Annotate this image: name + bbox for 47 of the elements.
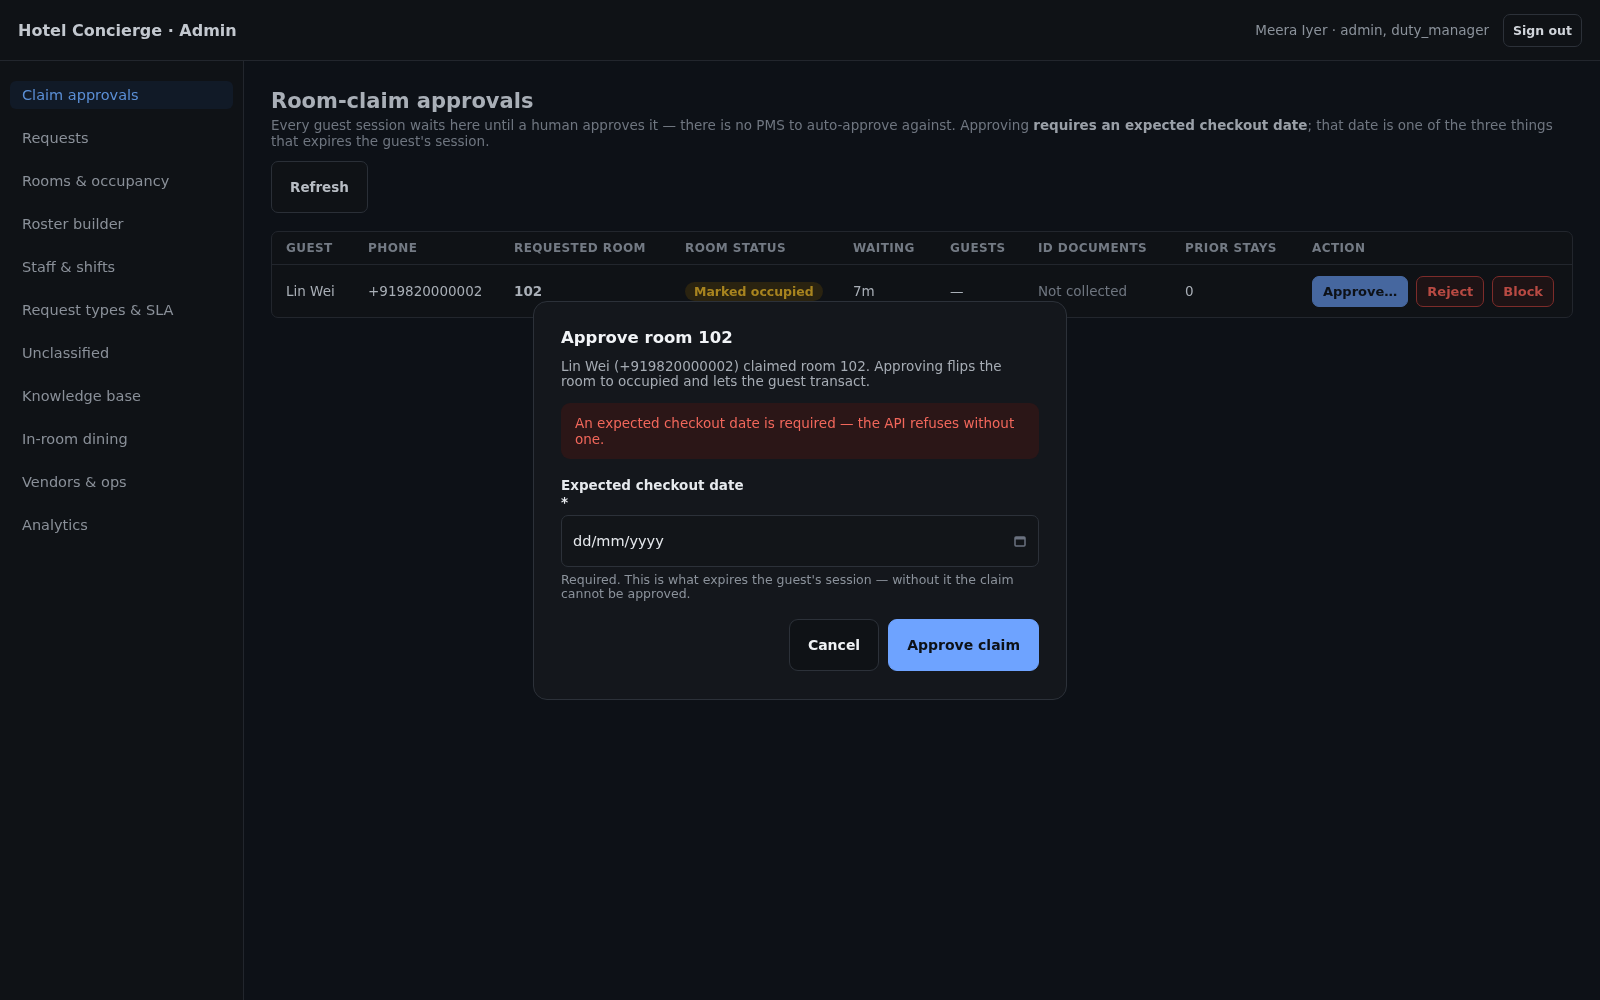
page-title: Room-claim approvals [271,89,535,113]
sidebar-item[interactable]: Vendors & ops [10,468,233,496]
field-label: Expected checkout date [561,476,744,494]
date-field[interactable]: dd/mm/yyyy [561,514,1039,567]
sidebar-item[interactable]: Analytics [10,511,233,539]
column-header: ACTION [1312,241,1367,255]
sidebar-item[interactable]: Claim approvals [10,81,233,109]
help-text: Required. This is what expires the guest's session — without it the claim cannot be approved. [561,572,1015,601]
column-header: GUESTS [950,241,1007,255]
sign-out-button[interactable]: Sign out [1503,13,1582,47]
dialog-title: Approve room 102 [561,327,734,347]
action-button[interactable]: Reject [1416,275,1485,307]
table-cell: 102 [514,283,543,299]
calendar-icon[interactable] [1014,534,1026,547]
column-header: WAITING [853,241,916,255]
sidebar-item[interactable]: Request types & SLA [10,296,233,324]
column-header: REQUESTED ROOM [514,241,647,255]
app-title: Hotel Concierge · Admin [18,20,237,40]
sidebar-item[interactable]: Staff & shifts [10,253,233,281]
table-cell-text: — [950,283,965,299]
column-header: PRIOR STAYS [1185,241,1278,255]
required-mark: * [561,493,569,511]
column-header: ROOM STATUS [685,241,787,255]
column-header: ID DOCUMENTS [1038,241,1149,255]
status-badge: Marked occupied [685,282,823,301]
action-button[interactable]: Approve… [1312,275,1409,307]
table-cell-text: 7m [853,283,876,299]
table-cell-text: +919820000002 [368,283,484,299]
table-cell-text: Not collected [1038,283,1129,299]
approve-button[interactable]: Approve claim [888,618,1039,671]
refresh-button[interactable]: Refresh [271,161,368,213]
cancel-button[interactable]: Cancel [788,618,880,671]
column-header: GUEST [286,241,334,255]
user-info: Meera Iyer · admin, duty_manager [1255,22,1490,38]
action-button[interactable]: Block [1492,275,1554,307]
error-message: An expected checkout date is required — the API refuses without one. [561,402,1039,459]
table-cell-text: 0 [1185,283,1195,299]
page-description: Every guest session waits here until a human approves it — there is no PMS to auto-approve against. Approving requires an expected checkout date; that date is one of the three things that expires the guest's session. [271,117,1554,149]
sidebar-item[interactable]: Rooms & occupancy [10,167,233,195]
sidebar-item[interactable]: Roster builder [10,210,233,238]
sidebar-item[interactable]: In-room dining [10,425,233,453]
dialog-message: Lin Wei (+919820000002) claimed room 102. Approving flips the room to occupied and lets the guest transact. [561,358,1003,389]
sidebar-item[interactable]: Unclassified [10,339,233,367]
sidebar-item[interactable]: Knowledge base [10,382,233,410]
sidebar-item[interactable]: Requests [10,124,233,152]
table-cell-text: Lin Wei [286,283,336,299]
column-header: PHONE [368,241,419,255]
